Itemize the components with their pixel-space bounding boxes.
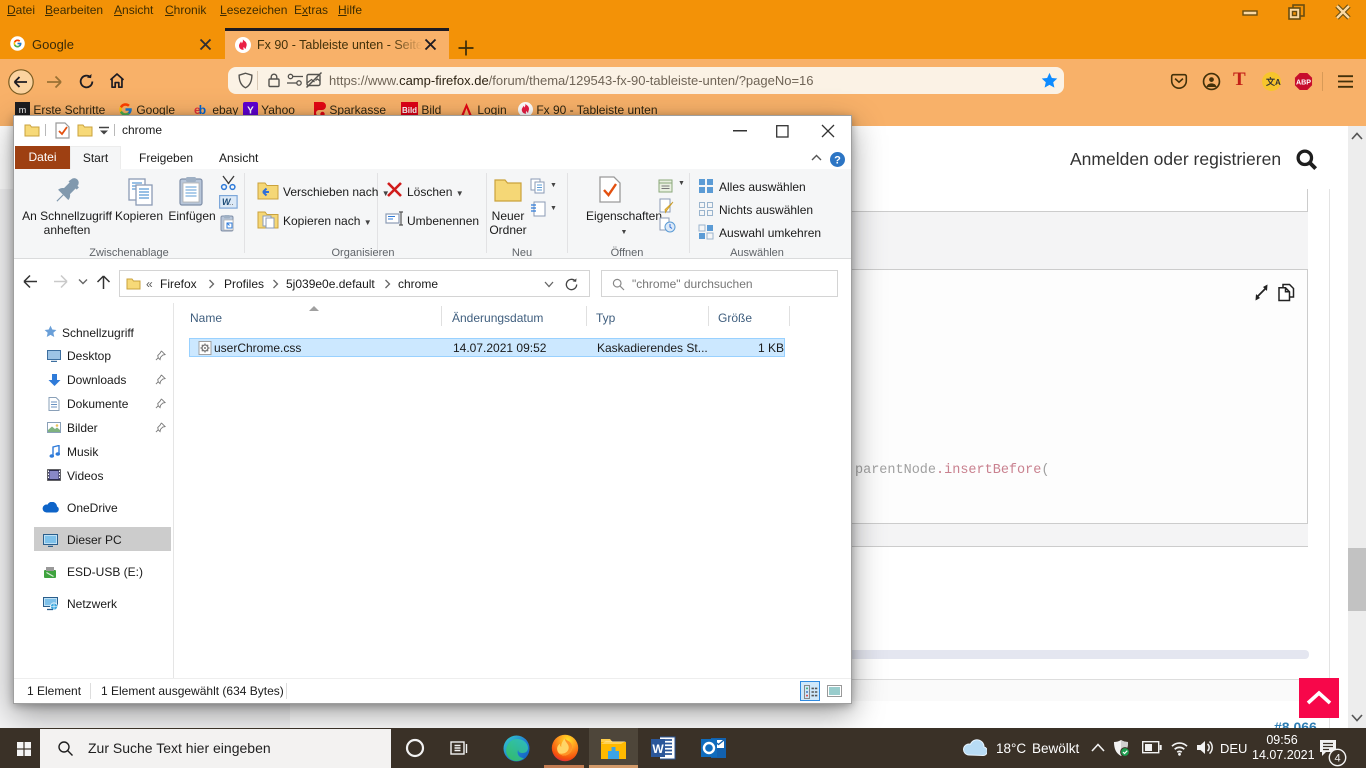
svg-text:W: W (652, 742, 664, 756)
svg-text:ABP: ABP (1296, 78, 1311, 86)
svg-text:Bild: Bild (402, 106, 417, 115)
svg-text:4: 4 (1334, 753, 1340, 765)
svg-text:m: m (19, 105, 27, 115)
svg-text:?: ? (834, 155, 841, 167)
svg-text:..: .. (229, 198, 233, 207)
svg-text:文A: 文A (1265, 76, 1281, 87)
